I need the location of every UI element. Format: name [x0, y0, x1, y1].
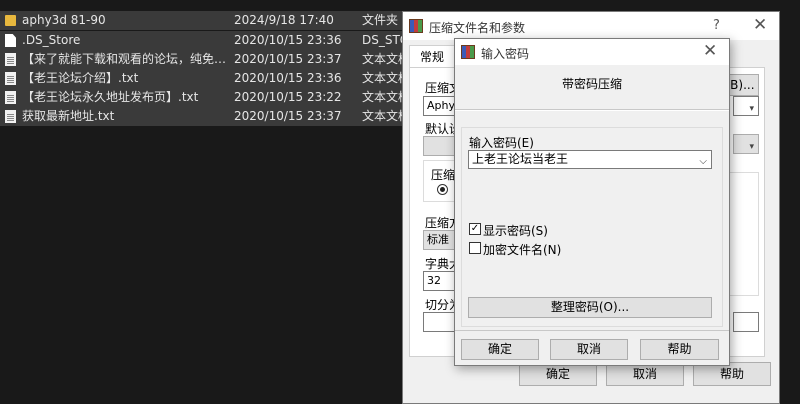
winrar-icon	[461, 45, 475, 59]
close-icon[interactable]: ✕	[703, 41, 717, 61]
file-date: 2020/10/15 23:22	[234, 90, 342, 104]
file-name: 【老王论坛介绍】.txt	[22, 71, 139, 85]
file-date: 2020/10/15 23:37	[234, 52, 342, 66]
help-button[interactable]: 帮助	[640, 339, 719, 360]
file-date: 2020/10/15 23:36	[234, 33, 342, 47]
chevron-down-icon[interactable]: ⌵	[699, 153, 707, 170]
divider	[455, 109, 729, 111]
show-password-checkbox[interactable]: ✓	[469, 223, 481, 235]
split-unit-dropdown[interactable]	[733, 312, 759, 332]
password-label: 输入密码(E)	[469, 136, 534, 150]
encrypt-filenames-label: 加密文件名(N)	[483, 243, 562, 257]
divider	[455, 330, 729, 331]
file-name: aphy3d 81-90	[22, 13, 106, 27]
file-date: 2020/10/15 23:37	[234, 109, 342, 123]
dialog-title: 压缩文件名和参数	[429, 21, 526, 35]
file-name: 获取最新地址.txt	[22, 109, 115, 123]
ok-button[interactable]: 确定	[461, 339, 539, 360]
file-name: 【来了就能下载和观看的论坛，纯免费！...	[22, 52, 227, 66]
dialog-heading: 带密码压缩	[561, 77, 622, 91]
cancel-button[interactable]: 取消	[550, 339, 628, 360]
organize-passwords-button[interactable]: 整理密码(O)...	[468, 297, 712, 318]
file-row[interactable]: 获取最新地址.txt 2020/10/15 23:37 文本文档	[0, 107, 420, 126]
text-file-icon	[5, 72, 16, 85]
file-date: 2024/9/18 17:40	[234, 13, 334, 27]
file-row[interactable]: 【来了就能下载和观看的论坛，纯免费！... 2020/10/15 23:37 文…	[0, 50, 420, 69]
password-input[interactable]: 上老王论坛当老王 ⌵	[468, 150, 712, 169]
chevron-down-icon: ▾	[749, 142, 754, 152]
help-icon[interactable]: ?	[713, 18, 720, 33]
text-file-icon	[5, 91, 16, 104]
file-icon	[5, 34, 16, 47]
text-file-icon	[5, 110, 16, 123]
encrypt-filenames-checkbox[interactable]	[469, 242, 481, 254]
chevron-down-icon: ▾	[749, 104, 754, 114]
archive-name-dropdown[interactable]: ▾	[733, 96, 759, 116]
folder-icon	[5, 15, 16, 26]
format-group-label: 压缩	[431, 168, 456, 182]
tab-general[interactable]: 常规	[409, 45, 455, 68]
password-value: 上老王论坛当老王	[472, 152, 569, 166]
dialog-titlebar: 输入密码 ✕	[455, 39, 729, 65]
dialog-title: 输入密码	[481, 47, 530, 61]
winrar-icon	[409, 19, 423, 33]
update-mode-dropdown[interactable]: ▾	[733, 134, 759, 154]
show-password-label: 显示密码(S)	[483, 224, 548, 238]
password-dialog: 输入密码 ✕ 带密码压缩 输入密码(E) 上老王论坛当老王 ⌵ ✓ 显示密码(S…	[454, 38, 730, 366]
file-row[interactable]: aphy3d 81-90 2024/9/18 17:40 文件夹	[0, 11, 420, 30]
file-row[interactable]: .DS_Store 2020/10/15 23:36 DS_STORE	[0, 31, 420, 50]
file-row[interactable]: 【老王论坛永久地址发布页】.txt 2020/10/15 23:22 文本文档	[0, 88, 420, 107]
file-name: 【老王论坛永久地址发布页】.txt	[22, 90, 199, 104]
file-date: 2020/10/15 23:36	[234, 71, 342, 85]
format-radio[interactable]	[437, 184, 448, 195]
close-icon[interactable]: ✕	[753, 15, 767, 35]
file-row[interactable]: 【老王论坛介绍】.txt 2020/10/15 23:36 文本文档	[0, 69, 420, 88]
text-file-icon	[5, 53, 16, 66]
file-name: .DS_Store	[22, 33, 81, 47]
dialog-titlebar: 压缩文件名和参数 ? ✕	[403, 12, 779, 40]
